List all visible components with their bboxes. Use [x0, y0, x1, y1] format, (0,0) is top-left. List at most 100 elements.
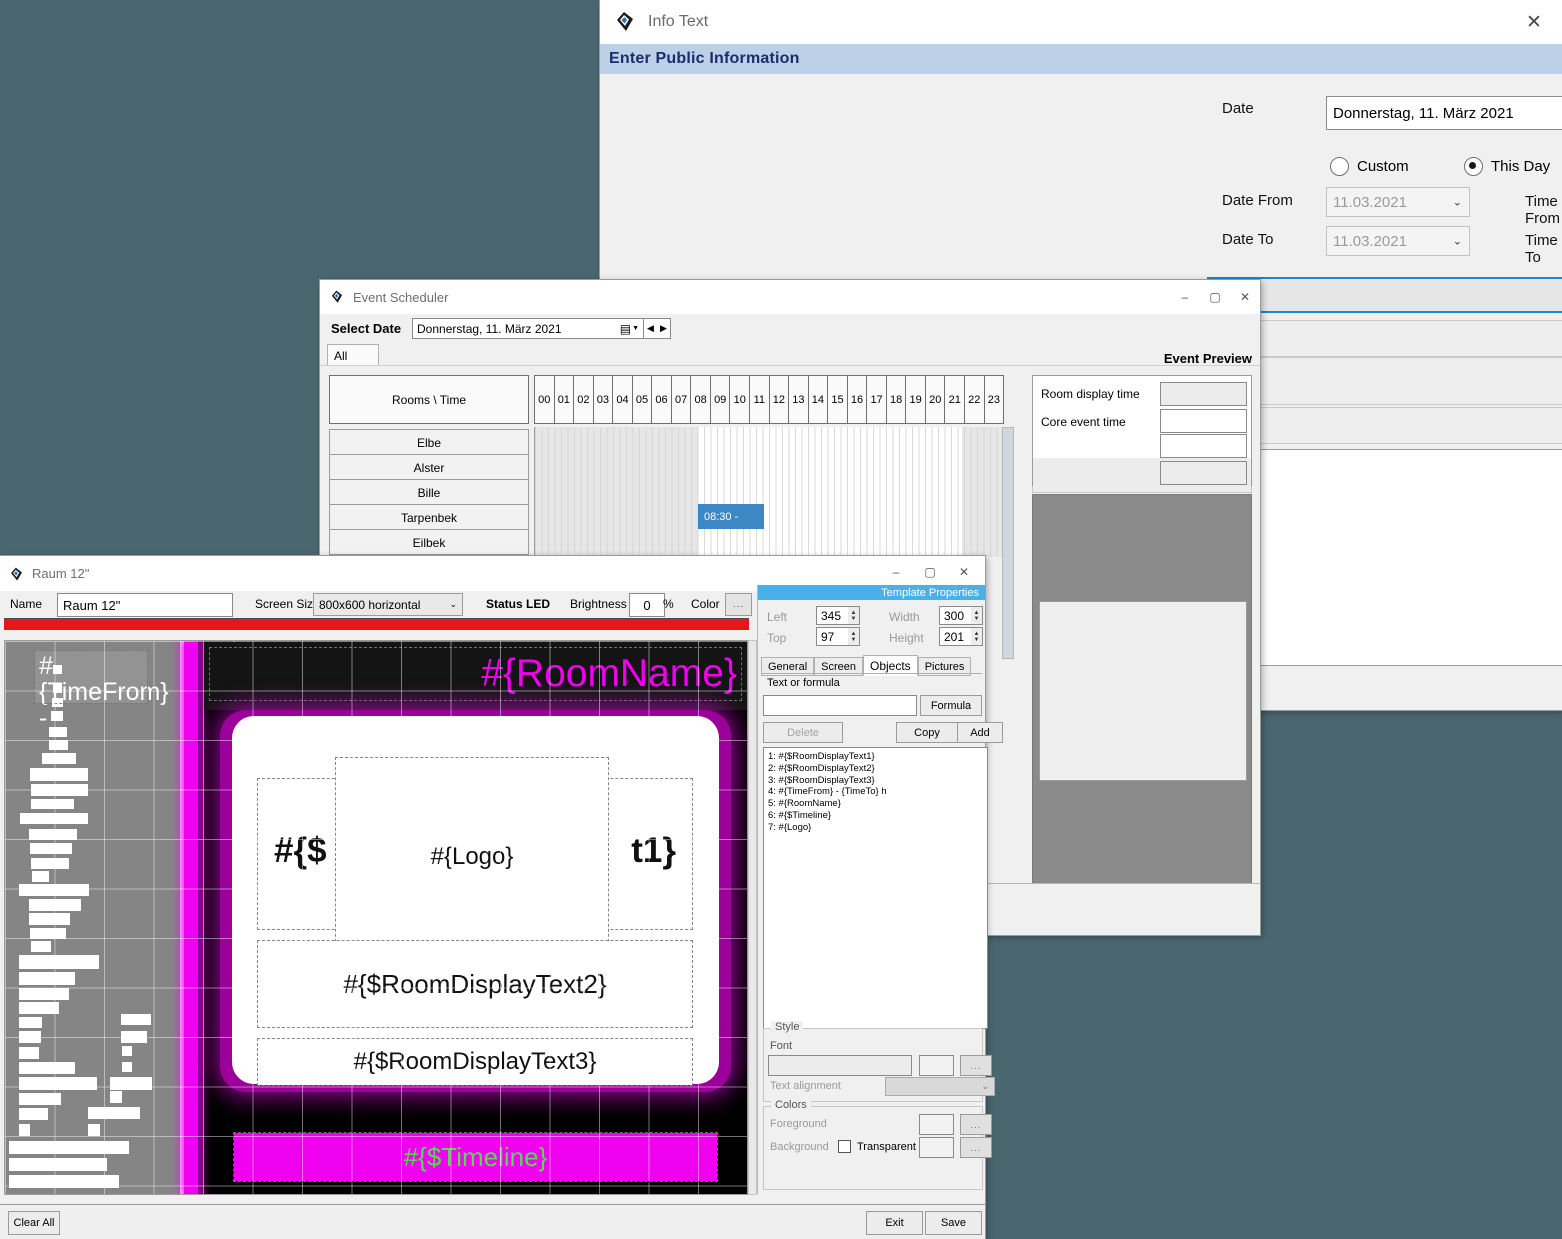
core-event-time-field-2[interactable]	[1160, 434, 1247, 458]
hour-cell: 23	[985, 376, 1004, 423]
object-list-item[interactable]: 2: #{$RoomDisplayText2}	[768, 763, 983, 775]
room-display-time-label: Room display time	[1041, 387, 1140, 401]
color-picker-button[interactable]: ...	[725, 593, 752, 616]
room-label[interactable]: Elbe	[329, 429, 529, 456]
radio-custom[interactable]: Custom	[1330, 157, 1409, 176]
info-text-editor[interactable]	[1207, 449, 1562, 666]
selected-text-row[interactable]	[1207, 277, 1562, 313]
minimize-icon[interactable]: –	[1170, 290, 1200, 304]
past-hours-shade	[535, 427, 698, 557]
brightness-label: Brightness	[570, 597, 627, 611]
object-list-item[interactable]: 4: #{TimeFrom} - {TimeTo} h	[768, 786, 983, 798]
transparent-label: Transparent	[857, 1141, 916, 1153]
exit-button[interactable]: Exit	[866, 1211, 923, 1235]
hour-cell: 11	[750, 376, 770, 423]
event-block[interactable]: 08:30 -	[698, 504, 764, 529]
status-led-bar	[4, 618, 749, 630]
formula-button[interactable]: Formula	[920, 695, 982, 716]
font-picker-button[interactable]: ...	[960, 1055, 992, 1076]
object-list-item[interactable]: 5: #{RoomName}	[768, 798, 983, 810]
transparent-checkbox[interactable]: Transparent	[838, 1140, 916, 1153]
logo-object[interactable]: #{Logo}	[336, 758, 608, 956]
design-canvas[interactable]: #{TimeFrom} - #{RoomName} #{$ t1} #{Logo…	[4, 640, 748, 1195]
minimize-icon[interactable]: –	[879, 562, 913, 582]
preview-extra-field[interactable]	[1160, 461, 1247, 485]
close-icon[interactable]: ✕	[947, 562, 981, 582]
top-spinner[interactable]: ▲▼	[848, 627, 860, 646]
next-day-icon[interactable]: ▶	[657, 319, 670, 338]
left-label: Left	[767, 610, 787, 624]
text-alignment-select[interactable]: ⌄	[885, 1077, 995, 1096]
screen-size-select[interactable]: 800x600 horizontal ⌄	[313, 593, 463, 616]
canvas-scrollbar[interactable]	[748, 640, 757, 1195]
foreground-color-swatch[interactable]	[919, 1114, 954, 1135]
close-icon[interactable]: ✕	[1512, 7, 1556, 37]
clear-all-button[interactable]: Clear All	[8, 1211, 60, 1235]
height-spinner[interactable]: ▲▼	[971, 627, 983, 646]
timefrom-object[interactable]: #{TimeFrom} -	[35, 651, 147, 703]
object-list-item[interactable]: 1: #{$RoomDisplayText1}	[768, 751, 983, 763]
width-label: Width	[889, 610, 920, 624]
event-preview-label: Event Preview	[1164, 351, 1252, 366]
copy-button[interactable]: Copy	[896, 722, 958, 743]
timeline-rows[interactable]: 08:30 -	[534, 427, 1003, 557]
hour-cell: 17	[867, 376, 887, 423]
hour-cell: 02	[574, 376, 594, 423]
date-from-combo[interactable]: 11.03.2021 ⌄	[1326, 187, 1470, 217]
hour-cell: 06	[652, 376, 672, 423]
maximize-icon[interactable]: ▢	[1200, 290, 1230, 304]
left-spinner[interactable]: ▲▼	[848, 606, 860, 625]
room-label[interactable]: Alster	[329, 454, 529, 481]
info-row-3[interactable]	[1213, 407, 1562, 444]
radio-dot-this-day	[1464, 157, 1483, 176]
close-icon[interactable]: ✕	[1230, 290, 1260, 304]
background-picker-button[interactable]: ...	[960, 1137, 992, 1158]
core-event-time-field[interactable]	[1160, 409, 1247, 433]
foreground-picker-button[interactable]: ...	[960, 1114, 992, 1135]
room-label[interactable]: Eilbek	[329, 529, 529, 556]
select-date-combo[interactable]: Donnerstag, 11. März 2021 ▤▼	[412, 318, 644, 339]
text-or-formula-input[interactable]	[763, 695, 917, 716]
hour-cell: 10	[730, 376, 750, 423]
date-nav-buttons[interactable]: ◀ ▶	[643, 318, 671, 339]
checkbox-icon[interactable]	[838, 1140, 851, 1153]
hour-cell: 01	[555, 376, 575, 423]
info-row-1[interactable]	[1213, 320, 1562, 357]
calendar-icon[interactable]: ▤▼	[620, 322, 639, 336]
select-date-value: Donnerstag, 11. März 2021	[417, 322, 562, 336]
status-led-label: Status LED	[486, 597, 550, 611]
grid-vertical-scrollbar[interactable]	[1002, 427, 1014, 659]
tab-all[interactable]: All	[327, 344, 379, 366]
object-list-item[interactable]: 7: #{Logo}	[768, 822, 983, 834]
room-label[interactable]: Bille	[329, 479, 529, 506]
chevron-down-icon: ⌄	[981, 1081, 989, 1092]
delete-button[interactable]: Delete	[763, 722, 843, 743]
name-input[interactable]: Raum 12"	[57, 593, 233, 617]
radio-this-day[interactable]: This Day	[1464, 157, 1550, 176]
add-button[interactable]: Add	[957, 722, 1003, 743]
info-row-2[interactable]	[1213, 357, 1562, 405]
font-color-swatch[interactable]	[919, 1055, 954, 1076]
width-spinner[interactable]: ▲▼	[971, 606, 983, 625]
brightness-input[interactable]: 0	[629, 593, 665, 617]
object-list-item[interactable]: 6: #{$Timeline}	[768, 810, 983, 822]
prev-day-icon[interactable]: ◀	[644, 319, 657, 338]
room-text2-object[interactable]: #{$RoomDisplayText2}	[258, 941, 692, 1027]
object-list-item[interactable]: 3: #{$RoomDisplayText3}	[768, 775, 983, 787]
room-text3-object[interactable]: #{$RoomDisplayText3}	[258, 1039, 692, 1085]
room-label[interactable]: Tarpenbek	[329, 504, 529, 531]
save-button[interactable]: Save	[925, 1211, 982, 1235]
style-group-title: Style	[771, 1021, 803, 1033]
object-list[interactable]: 1: #{$RoomDisplayText1} 2: #{$RoomDispla…	[763, 747, 988, 1029]
preview-image-placeholder	[1039, 601, 1247, 781]
roomname-object[interactable]: #{RoomName}	[210, 648, 741, 700]
date-to-combo[interactable]: 11.03.2021 ⌄	[1326, 226, 1470, 256]
font-label: Font	[770, 1040, 792, 1052]
date-combo[interactable]: Donnerstag, 11. März 2021 ⌄	[1326, 96, 1562, 130]
hour-cell: 18	[887, 376, 907, 423]
background-color-swatch[interactable]	[919, 1137, 954, 1158]
maximize-icon[interactable]: ▢	[913, 562, 947, 582]
room-display-time-field[interactable]	[1160, 382, 1247, 406]
timeline-object[interactable]: #{$Timeline}	[234, 1133, 717, 1181]
font-field[interactable]	[768, 1055, 912, 1076]
